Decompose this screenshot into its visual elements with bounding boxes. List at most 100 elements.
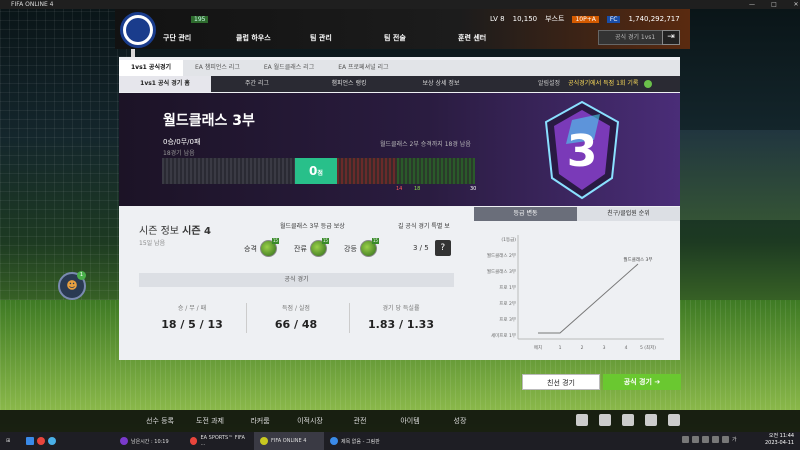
official-match-button[interactable]: 공식 경기 ➔ bbox=[603, 374, 681, 390]
tab-grade-change[interactable]: 등급 변동 bbox=[474, 207, 577, 221]
gear-icon[interactable] bbox=[668, 414, 680, 426]
reward-relegation[interactable]: 강등 15 bbox=[344, 238, 379, 257]
exit-icon[interactable]: ⇥ bbox=[662, 30, 680, 45]
nav-transfer-market[interactable]: 이적시장 bbox=[285, 416, 335, 426]
stadium-stands bbox=[680, 130, 800, 220]
tick-14: 14 bbox=[396, 186, 403, 192]
system-tray: 가 bbox=[682, 436, 737, 443]
nav-growth[interactable]: 성장 bbox=[435, 416, 485, 426]
bottom-icons bbox=[576, 414, 680, 426]
nav-items[interactable]: 아이템 bbox=[385, 416, 435, 426]
notification-row: 알림설정 공식경기에서 득점 1회 기록 bbox=[538, 76, 653, 92]
primary-tabs: 1vs1 공식경기 EA 챔피언스 리그 EA 월드클래스 리그 EA 프로페셔… bbox=[119, 60, 680, 76]
graph-y-label: 프로 3부 bbox=[499, 317, 516, 323]
nav-spectate[interactable]: 관전 bbox=[335, 416, 385, 426]
games-remaining: 18경기 남음 bbox=[163, 150, 195, 157]
app-icon bbox=[120, 437, 128, 445]
reward-label: 강등 bbox=[344, 244, 357, 253]
bp-value: 1,740,292,717 bbox=[628, 15, 680, 23]
lang-indicator[interactable]: 가 bbox=[732, 436, 737, 443]
season-number: 시즌 4 bbox=[182, 226, 212, 237]
chrome-icon[interactable] bbox=[37, 437, 45, 445]
graph-y-label: (1등급) bbox=[501, 237, 516, 243]
official-button-label: 공식 경기 bbox=[623, 378, 652, 386]
maximize-button[interactable]: □ bbox=[763, 0, 785, 9]
tab-1vs1-official[interactable]: 1vs1 공식경기 bbox=[119, 60, 184, 76]
tab-ea-worldclass[interactable]: EA 월드클래스 리그 bbox=[252, 60, 326, 76]
points-value: 10,150 bbox=[512, 15, 538, 23]
stat-wdl: 승 / 무 / 패 18 / 5 / 13 bbox=[142, 303, 242, 331]
window-title: FIFA ONLINE 4 bbox=[11, 1, 54, 8]
graph-y-label: 프로 2부 bbox=[499, 301, 516, 307]
tick-18: 18 bbox=[414, 186, 421, 192]
stat-value: 66 / 48 bbox=[274, 318, 318, 331]
stat-goals: 득점 / 실점 66 / 48 bbox=[246, 303, 346, 331]
graph-x-label: 3 bbox=[603, 345, 606, 351]
shield-icon[interactable] bbox=[599, 414, 611, 426]
tab-ea-champions[interactable]: EA 챔피언스 리그 bbox=[183, 60, 252, 76]
notify-setting-button[interactable]: 알림설정 bbox=[538, 80, 560, 87]
task-timer[interactable]: 남은시간 : 10:19 bbox=[114, 432, 184, 450]
tab-weekly-league[interactable]: 주간 리그 bbox=[211, 76, 303, 92]
tab-ea-professional[interactable]: EA 프로페셔널 리그 bbox=[326, 60, 400, 76]
tab-reward-details[interactable]: 보상 상세 정보 bbox=[395, 76, 487, 92]
bonus-title: 길 공식 경기 특별 보 bbox=[398, 223, 450, 230]
nav-challenges[interactable]: 도전 과제 bbox=[185, 416, 235, 426]
promotion-target: 월드클래스 2부 승격까지 18경 남음 bbox=[380, 141, 471, 148]
fc-badge-icon: FC bbox=[606, 15, 621, 23]
friendly-match-button[interactable]: 친선 경기 bbox=[522, 374, 600, 390]
home-icon[interactable] bbox=[576, 414, 588, 426]
stat-ratio: 경기 당 득실률 1.83 / 1.33 bbox=[351, 303, 451, 331]
app-icon[interactable] bbox=[48, 437, 56, 445]
tray-icon[interactable] bbox=[702, 436, 709, 443]
stat-value: 1.83 / 1.33 bbox=[368, 318, 434, 331]
grade-graph: (1등급) 월드클래스 2부월드클래스 3부프로 1부프로 2부프로 3부세미프로… bbox=[474, 221, 680, 360]
reward-tag: 15 bbox=[321, 238, 329, 244]
stat-label: 득점 / 실점 bbox=[282, 305, 310, 312]
volume-icon[interactable] bbox=[722, 436, 729, 443]
bottom-nav: 선수 등록 도전 과제 라커룸 이적시장 관전 아이템 성장 bbox=[0, 410, 800, 432]
bell-icon[interactable] bbox=[622, 414, 634, 426]
reward-stay[interactable]: 잔류 15 bbox=[294, 238, 329, 257]
nav-player-register[interactable]: 선수 등록 bbox=[135, 416, 185, 426]
clock[interactable]: 오전 11:44 2023-04-11 bbox=[765, 433, 794, 447]
tab-champions-ranking[interactable]: 챔피언스 랭킹 bbox=[303, 76, 395, 92]
nav-team-management[interactable]: 팀 관리 bbox=[310, 33, 332, 43]
club-crest-icon[interactable] bbox=[120, 12, 156, 48]
official-label: 공식 경기 bbox=[139, 273, 454, 287]
graph-x-label: 2 bbox=[581, 345, 584, 351]
close-button[interactable]: ✕ bbox=[785, 0, 800, 9]
division-record: 0승/0무/0패 bbox=[163, 138, 201, 146]
reward-label: 승격 bbox=[244, 244, 257, 253]
task-paint[interactable]: 제목 없음 - 그림판 bbox=[324, 432, 394, 450]
check-icon bbox=[644, 79, 653, 88]
nav-club-management[interactable]: 구단 관리 bbox=[163, 33, 191, 43]
tray-icon[interactable] bbox=[712, 436, 719, 443]
tick-30: 30 bbox=[470, 186, 477, 192]
minimize-button[interactable]: — bbox=[741, 0, 763, 9]
chat-button[interactable]: ☻ 1 bbox=[58, 271, 86, 300]
reward-promotion[interactable]: 승격 15 bbox=[244, 238, 279, 257]
nav-team-tactics[interactable]: 팀 전술 bbox=[384, 33, 406, 43]
tray-icon[interactable] bbox=[682, 436, 689, 443]
start-icon[interactable]: ⊞ bbox=[0, 432, 20, 450]
profile-icon[interactable] bbox=[645, 414, 657, 426]
task-fifa-online[interactable]: FIFA ONLINE 4 bbox=[254, 432, 324, 450]
graph-y-label: 세미프로 1부 bbox=[491, 332, 516, 339]
chat-icon: ☻ bbox=[66, 279, 78, 292]
grade-line bbox=[538, 263, 639, 334]
task-fifa-browser[interactable]: EA SPORTS™ FIFA ... bbox=[184, 432, 254, 450]
currency-bar: LV 8 10,150 부스트 10P+A FC 1,740,292,717 bbox=[490, 14, 680, 24]
nav-club-house[interactable]: 클럽 하우스 bbox=[236, 33, 271, 43]
tab-official-home[interactable]: 1vs1 공식 경기 홈 bbox=[119, 76, 211, 92]
nav-training-center[interactable]: 훈련 센터 bbox=[458, 33, 486, 43]
points-unit: 점 bbox=[317, 170, 323, 177]
app-icon[interactable] bbox=[26, 437, 34, 445]
mystery-box-icon: ? bbox=[434, 240, 451, 256]
tab-friend-ranking[interactable]: 친구/클럽원 순위 bbox=[577, 207, 680, 221]
bonus-reward[interactable]: 3 / 5? bbox=[413, 240, 451, 256]
nav-locker-room[interactable]: 라커룸 bbox=[235, 416, 285, 426]
graph-x-label: 5 (최저) bbox=[640, 344, 656, 351]
tray-icon[interactable] bbox=[692, 436, 699, 443]
clock-date: 2023-04-11 bbox=[765, 440, 795, 446]
